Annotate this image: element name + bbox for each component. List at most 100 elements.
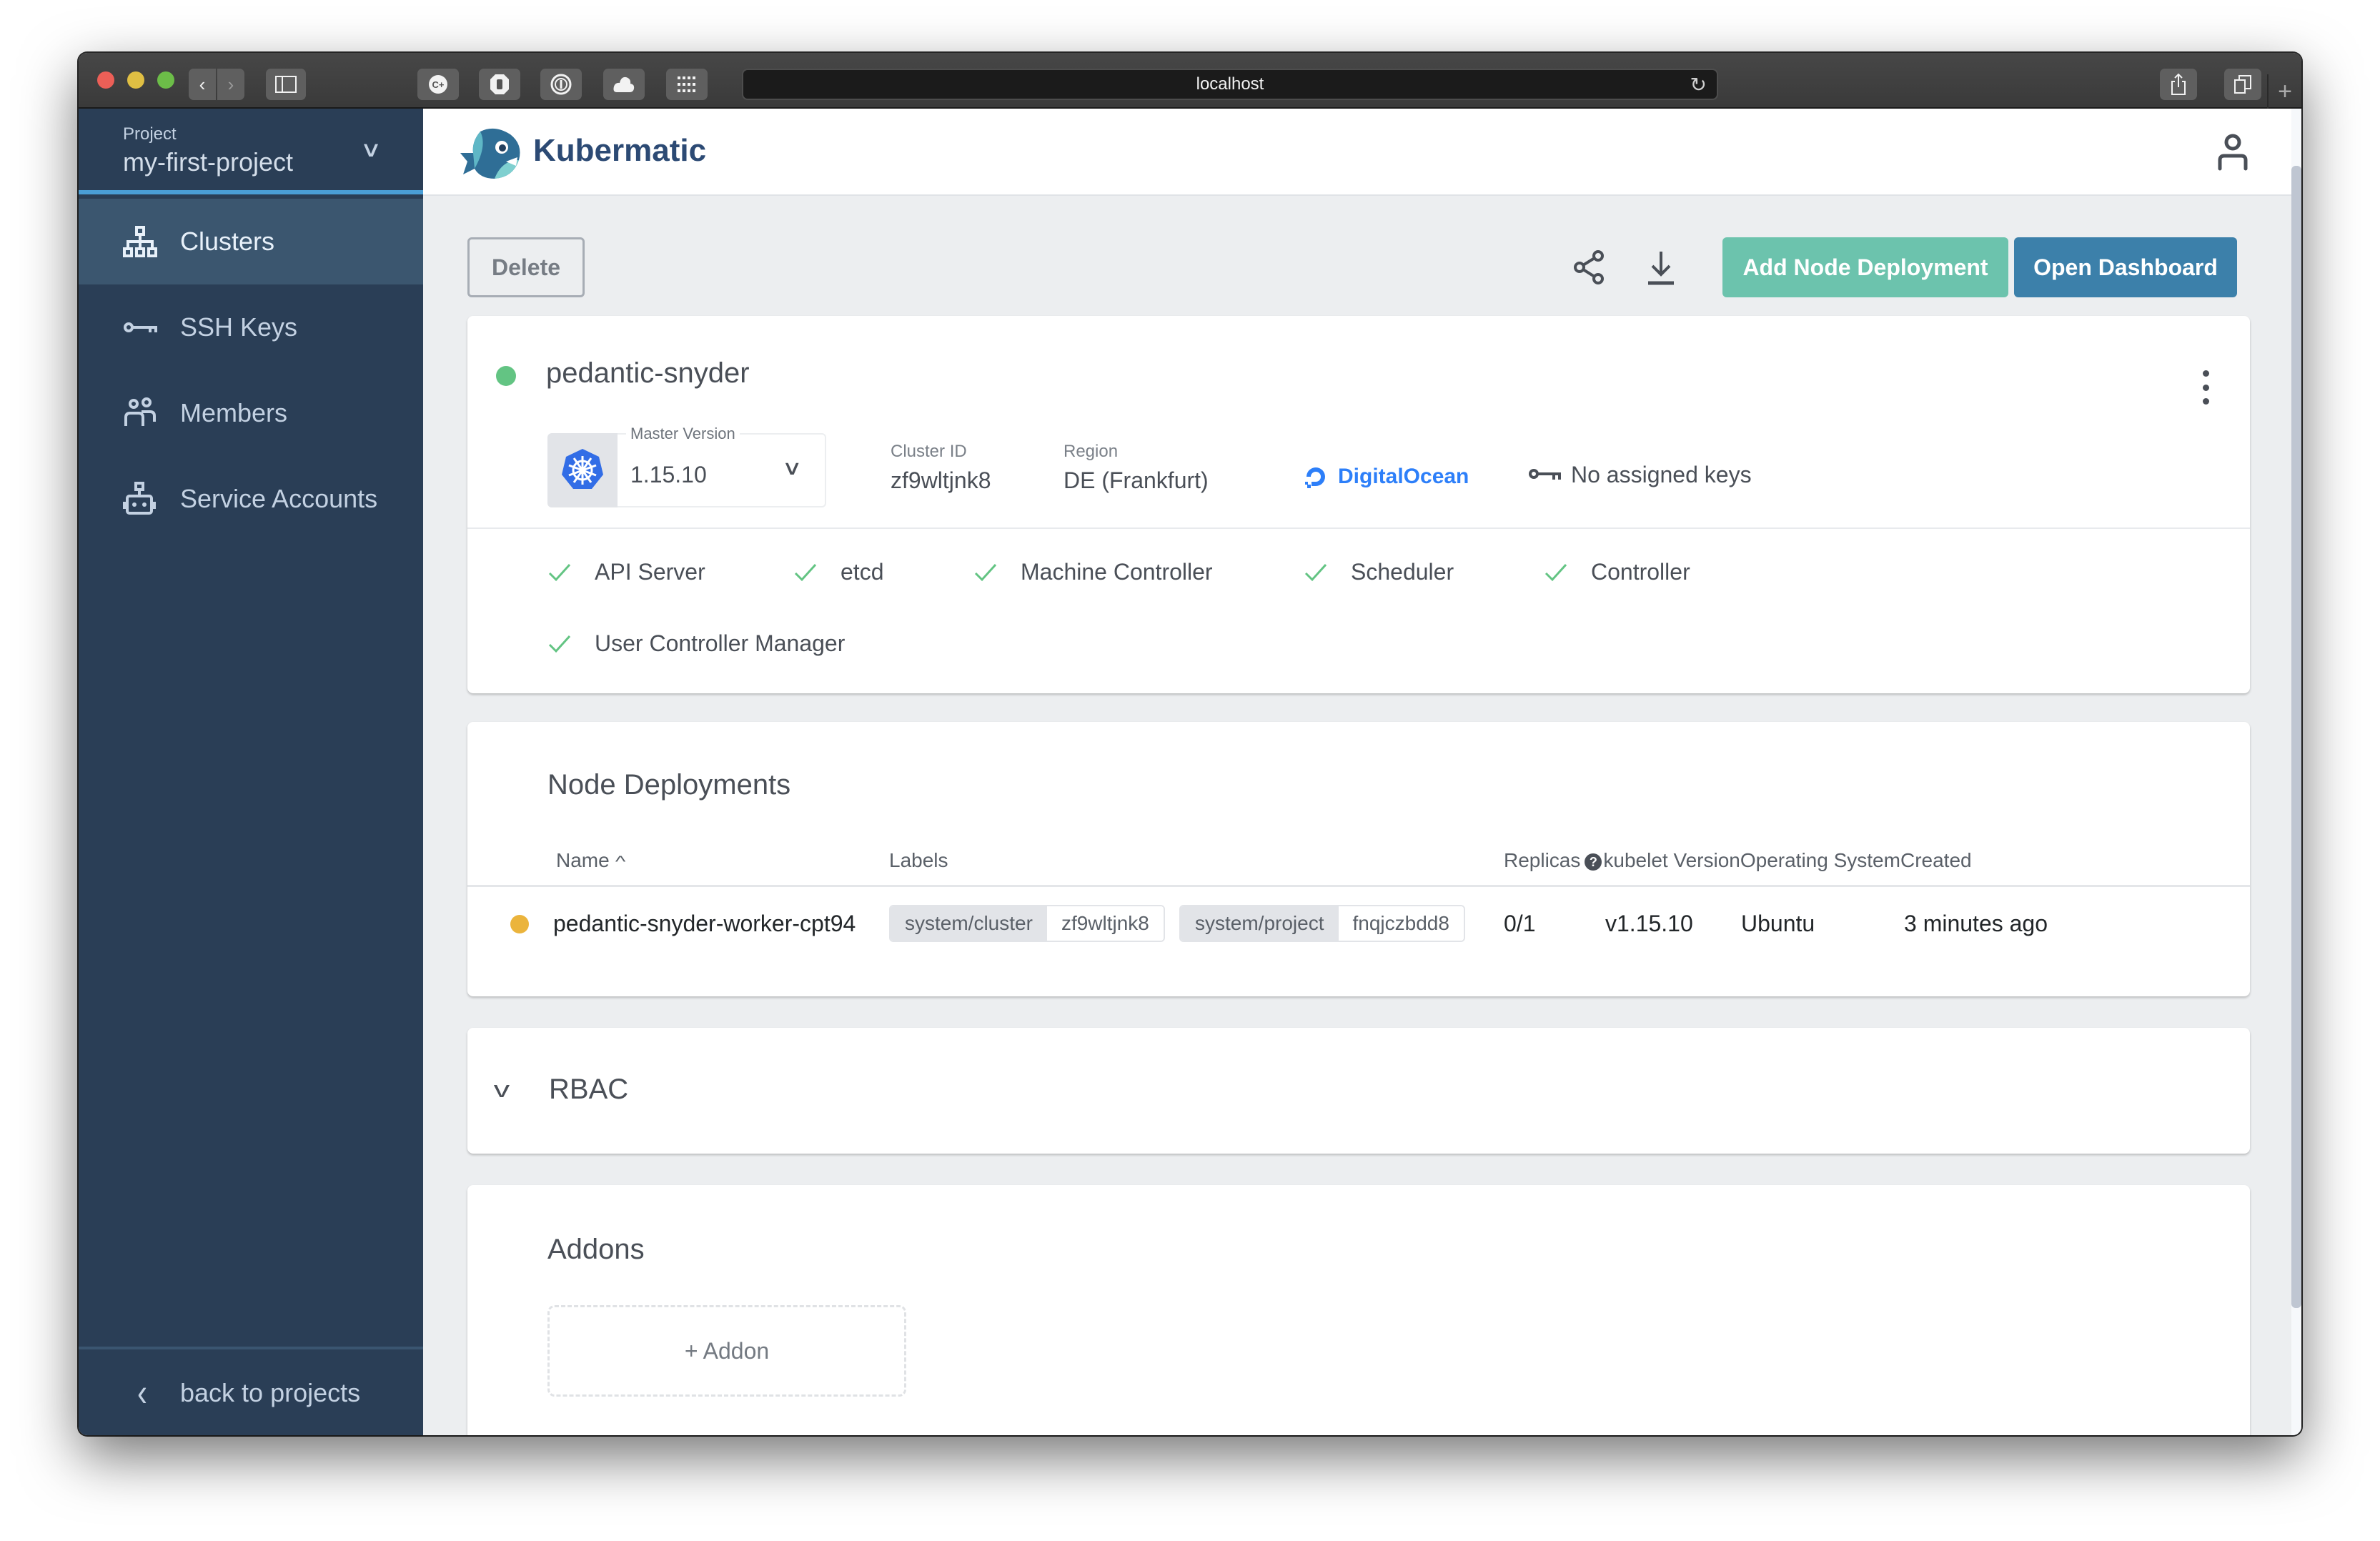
- cloud-icon: [613, 76, 635, 92]
- members-icon: [124, 397, 156, 426]
- sidebar-item-members[interactable]: Members: [79, 370, 423, 456]
- master-version-field[interactable]: Master Version 1.15.10 ∨: [618, 425, 826, 507]
- onepassword-icon: [550, 74, 572, 95]
- ssh-keys-text: No assigned keys: [1571, 462, 1752, 487]
- sidebar-item-ssh-keys[interactable]: SSH Keys: [79, 284, 423, 370]
- sidebar-item-service-accounts[interactable]: Service Accounts: [79, 456, 423, 542]
- delete-button[interactable]: Delete: [467, 237, 585, 297]
- created-value: 3 minutes ago: [1904, 911, 2048, 936]
- kubelet-version-value: v1.15.10: [1605, 911, 1693, 936]
- adblock-hand-icon: [490, 74, 509, 94]
- master-version-label: Master Version: [626, 425, 740, 443]
- sidebar-divider: [79, 1347, 423, 1349]
- version-icon-container: [547, 433, 618, 507]
- ssh-keys-info: No assigned keys: [1528, 462, 1752, 488]
- column-header-created: Created: [1900, 849, 1972, 871]
- sidebar-item-clusters[interactable]: Clusters: [79, 199, 423, 284]
- check-icon: [548, 635, 571, 653]
- column-header-name[interactable]: Name ^: [556, 849, 625, 872]
- kubermatic-logo-icon[interactable]: [459, 124, 525, 180]
- close-window-button[interactable]: [97, 71, 114, 89]
- chevron-left-icon: ‹: [199, 73, 206, 95]
- sidebar-icon: [275, 76, 297, 93]
- chevron-right-icon: ›: [227, 73, 234, 95]
- health-label: Controller: [1591, 559, 1690, 585]
- label-chip: system/cluster zf9wltjnk8: [889, 905, 1165, 942]
- project-label: Project: [123, 124, 177, 144]
- back-to-projects-link[interactable]: ‹ back to projects: [79, 1351, 423, 1435]
- column-header-replicas: Replicas? kubelet VersionOperating System…: [1504, 849, 1972, 872]
- browser-forward-button[interactable]: ›: [217, 69, 244, 100]
- cluster-id-value: zf9wltjnk8: [891, 467, 991, 493]
- reload-icon[interactable]: ↻: [1690, 73, 1707, 96]
- health-item: Controller: [1544, 559, 1690, 585]
- extension-cplus-button[interactable]: C+: [417, 69, 459, 100]
- browser-window: ‹ › C+ localhost ↻ + Project my-first-pr…: [79, 53, 2301, 1435]
- cplus-icon: C+: [429, 75, 447, 94]
- robot-icon: [123, 482, 156, 515]
- replicas-value: 0/1: [1504, 911, 1536, 936]
- node-deployment-status-indicator: [510, 915, 529, 933]
- browser-tabs-button[interactable]: [2224, 69, 2261, 100]
- column-header-label: Name: [556, 849, 610, 871]
- node-deployment-name: pedantic-snyder-worker-cpt94: [553, 911, 856, 936]
- master-version-select[interactable]: Master Version 1.15.10 ∨: [547, 425, 826, 507]
- project-name: my-first-project: [123, 147, 294, 177]
- kubernetes-icon: [562, 449, 603, 489]
- provider-name: DigitalOcean: [1338, 465, 1469, 488]
- scrollbar-thumb[interactable]: [2291, 166, 2301, 1308]
- key-icon: [1529, 468, 1561, 480]
- chevron-down-icon[interactable]: v: [494, 1076, 510, 1103]
- check-icon: [548, 563, 571, 581]
- table-row[interactable]: pedantic-snyder-worker-cpt94 system/clus…: [467, 888, 2250, 959]
- more-options-icon[interactable]: [2198, 370, 2213, 405]
- rbac-card[interactable]: v RBAC: [467, 1028, 2250, 1154]
- chevron-left-icon: ‹: [137, 1370, 147, 1414]
- minimize-window-button[interactable]: [127, 71, 144, 89]
- chevron-down-icon: ∨: [360, 138, 382, 162]
- addons-card: Addons + Addon: [467, 1185, 2250, 1435]
- extension-adblock-button[interactable]: [479, 69, 520, 100]
- zoom-window-button[interactable]: [157, 71, 174, 89]
- grid-icon: [678, 76, 695, 92]
- health-label: Scheduler: [1351, 559, 1454, 585]
- add-node-deployment-button[interactable]: Add Node Deployment: [1722, 237, 2008, 297]
- open-dashboard-button[interactable]: Open Dashboard: [2014, 237, 2237, 297]
- master-version-value: 1.15.10: [630, 462, 707, 487]
- label-value: zf9wltjnk8: [1046, 906, 1164, 941]
- addons-title: Addons: [547, 1234, 645, 1265]
- extension-1password-button[interactable]: [540, 69, 582, 100]
- help-icon[interactable]: ?: [1585, 853, 1602, 871]
- brand-name: Kubermatic: [533, 133, 707, 168]
- extension-cloud-button[interactable]: [603, 69, 645, 100]
- sidebar-toggle-button[interactable]: [266, 69, 306, 100]
- project-selector[interactable]: Project my-first-project ∨: [79, 109, 423, 194]
- column-header-kubelet-version: kubelet Version: [1603, 849, 1740, 871]
- provider-badge[interactable]: DigitalOcean: [1302, 463, 1469, 490]
- health-label: User Controller Manager: [595, 630, 846, 656]
- page-scrollbar[interactable]: [2291, 109, 2301, 1435]
- rbac-title[interactable]: RBAC: [549, 1074, 628, 1106]
- share-icon: [2171, 73, 2186, 95]
- user-account-icon[interactable]: [2217, 133, 2248, 172]
- browser-back-button[interactable]: ‹: [189, 69, 216, 100]
- check-icon: [1304, 563, 1327, 581]
- sidebar-item-label: Members: [180, 398, 288, 427]
- address-bar[interactable]: localhost ↻: [742, 69, 1718, 100]
- download-icon[interactable]: [1641, 246, 1681, 289]
- sidebar: Project my-first-project ∨ Clusters SSH …: [79, 109, 423, 1435]
- extension-grid-button[interactable]: [666, 69, 708, 100]
- browser-share-button[interactable]: [2160, 69, 2197, 100]
- key-icon: [124, 322, 157, 332]
- browser-titlebar: ‹ › C+ localhost ↻ +: [79, 53, 2301, 109]
- share-icon[interactable]: [1570, 246, 1610, 289]
- health-item: etcd: [793, 559, 883, 585]
- os-value: Ubuntu: [1741, 911, 1815, 936]
- add-addon-button[interactable]: + Addon: [547, 1305, 906, 1397]
- new-tab-button[interactable]: +: [2267, 74, 2301, 109]
- region-value: DE (Frankfurt): [1063, 467, 1209, 493]
- card-divider: [467, 527, 2250, 529]
- chevron-down-icon: ∨: [781, 457, 803, 479]
- node-deployments-card: Node Deployments Name ^ Labels Replicas? k…: [467, 722, 2250, 996]
- back-to-projects-label: back to projects: [180, 1378, 361, 1407]
